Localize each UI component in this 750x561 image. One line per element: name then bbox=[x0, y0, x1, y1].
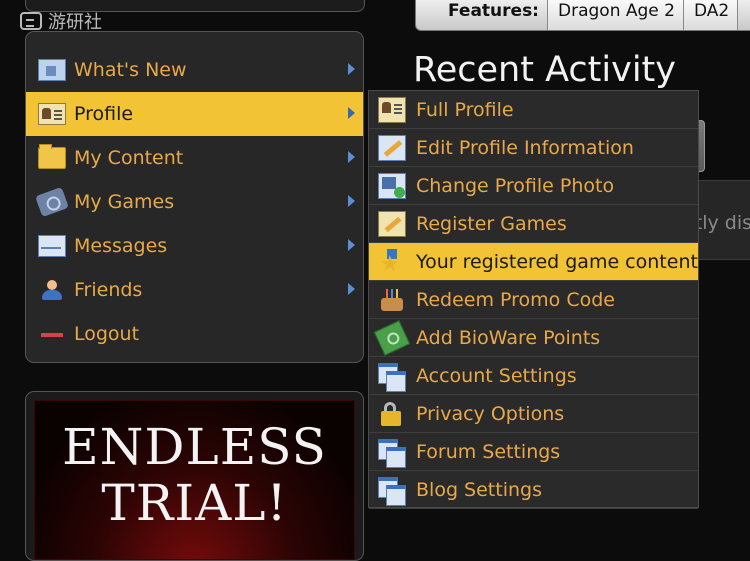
chevron-right-icon bbox=[348, 239, 355, 251]
menu-item-label: What's New bbox=[74, 59, 187, 81]
logout-icon bbox=[38, 323, 66, 345]
menu-item-label: Messages bbox=[74, 235, 168, 257]
money-icon bbox=[373, 319, 411, 356]
submenu-item-label: Register Games bbox=[416, 212, 567, 235]
submenu-item-blog-settings[interactable]: Blog Settings bbox=[369, 471, 698, 509]
features-bar: Features: Dragon Age 2 DA2 bbox=[415, 0, 750, 31]
submenu-item-change-photo[interactable]: Change Profile Photo bbox=[369, 167, 698, 205]
windows-icon bbox=[378, 476, 406, 506]
features-label: Features: bbox=[416, 0, 548, 30]
submenu-item-label: Your registered game content bbox=[416, 250, 698, 273]
feature-tab-da2[interactable]: DA2 bbox=[683, 0, 739, 30]
menu-item-friends[interactable]: Friends bbox=[26, 268, 363, 312]
menu-item-label: My Content bbox=[74, 147, 184, 169]
menu-item-label: Logout bbox=[74, 323, 140, 345]
photo-icon bbox=[378, 172, 406, 199]
submenu-item-label: Full Profile bbox=[416, 98, 514, 121]
submenu-item-privacy-options[interactable]: Privacy Options bbox=[369, 395, 698, 433]
profile-card-icon bbox=[378, 96, 406, 123]
menu-item-whats-new[interactable]: What's New bbox=[26, 48, 363, 92]
mail-icon bbox=[38, 235, 66, 257]
menu-item-label: Profile bbox=[74, 103, 134, 125]
promo-line-2: TRIAL! bbox=[101, 474, 288, 532]
lock-icon bbox=[378, 401, 406, 427]
menu-item-messages[interactable]: Messages bbox=[26, 224, 363, 268]
pencil-icon bbox=[378, 134, 406, 161]
edit-icon bbox=[378, 210, 406, 237]
person-icon bbox=[38, 279, 66, 301]
promo-banner[interactable]: ENDLESS TRIAL! bbox=[25, 391, 364, 561]
promo-headline: ENDLESS TRIAL! bbox=[35, 419, 354, 531]
folder-icon bbox=[38, 144, 66, 169]
watermark: 游研社 bbox=[20, 8, 102, 34]
submenu-item-add-points[interactable]: Add BioWare Points bbox=[369, 319, 698, 357]
cake-icon bbox=[378, 287, 406, 313]
windows-icon bbox=[378, 362, 406, 392]
submenu-item-redeem-promo[interactable]: Redeem Promo Code bbox=[369, 281, 698, 319]
game-icon bbox=[35, 186, 69, 218]
menu-item-logout[interactable]: Logout bbox=[26, 312, 363, 356]
submenu-item-forum-settings[interactable]: Forum Settings bbox=[369, 433, 698, 471]
menu-item-my-games[interactable]: My Games bbox=[26, 180, 363, 224]
home-icon bbox=[38, 59, 66, 81]
feature-tab-dragon-age-2[interactable]: Dragon Age 2 bbox=[548, 0, 684, 30]
menu-item-label: My Games bbox=[74, 191, 175, 213]
user-menu: What's New Profile My Content My Games M… bbox=[25, 31, 364, 363]
page-title: Recent Activity bbox=[413, 50, 676, 90]
chevron-right-icon bbox=[348, 107, 355, 119]
submenu-item-full-profile[interactable]: Full Profile bbox=[369, 91, 698, 129]
medal-icon bbox=[378, 248, 406, 276]
chevron-right-icon bbox=[348, 151, 355, 163]
promo-image: ENDLESS TRIAL! bbox=[34, 400, 355, 560]
submenu-item-label: Account Settings bbox=[416, 364, 577, 387]
menu-item-profile[interactable]: Profile bbox=[26, 92, 363, 136]
windows-icon bbox=[378, 438, 406, 468]
profile-submenu: Full Profile Edit Profile Information Ch… bbox=[368, 90, 699, 509]
submenu-item-label: Privacy Options bbox=[416, 402, 565, 425]
profile-card-icon bbox=[38, 103, 66, 125]
submenu-item-label: Change Profile Photo bbox=[416, 174, 615, 197]
chevron-right-icon bbox=[348, 63, 355, 75]
watermark-text: 游研社 bbox=[48, 12, 102, 33]
submenu-item-label: Add BioWare Points bbox=[416, 326, 601, 349]
submenu-item-register-games[interactable]: Register Games bbox=[369, 205, 698, 243]
submenu-item-label: Edit Profile Information bbox=[416, 136, 634, 159]
submenu-item-label: Forum Settings bbox=[416, 440, 561, 463]
menu-item-my-content[interactable]: My Content bbox=[26, 136, 363, 180]
promo-line-1: ENDLESS bbox=[62, 418, 327, 476]
submenu-item-label: Blog Settings bbox=[416, 478, 542, 501]
submenu-item-edit-profile[interactable]: Edit Profile Information bbox=[369, 129, 698, 167]
submenu-item-account-settings[interactable]: Account Settings bbox=[369, 357, 698, 395]
submenu-item-label: Redeem Promo Code bbox=[416, 288, 615, 311]
menu-item-label: Friends bbox=[74, 279, 143, 301]
submenu-item-registered-content[interactable]: Your registered game content bbox=[369, 243, 698, 281]
chevron-right-icon bbox=[348, 195, 355, 207]
gamepad-icon bbox=[20, 12, 42, 30]
chevron-right-icon bbox=[348, 283, 355, 295]
